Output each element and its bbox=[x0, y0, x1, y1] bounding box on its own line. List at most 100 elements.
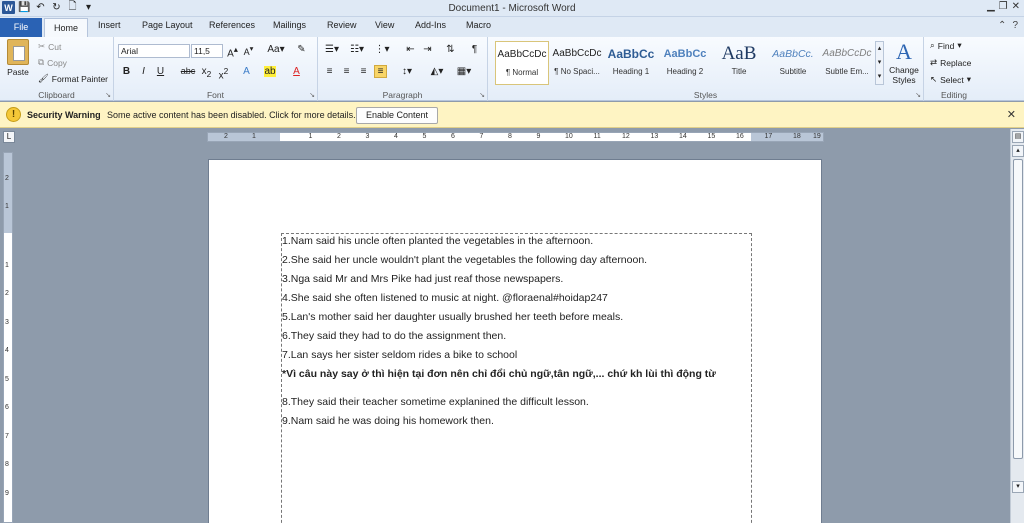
tab-selector-icon[interactable]: L bbox=[3, 131, 15, 143]
binoculars-icon: ⌕ bbox=[930, 40, 935, 50]
tab-view[interactable]: View bbox=[375, 20, 394, 30]
ruler-number: 4 bbox=[5, 347, 9, 354]
ruler-row: L 2 1 1 2 3 4 5 6 7 8 9 10 11 12 13 14 15 16 17 18 19 bbox=[0, 129, 1024, 144]
justify-icon[interactable]: ≡ bbox=[374, 65, 387, 78]
tab-file[interactable]: File bbox=[0, 18, 42, 37]
superscript-icon[interactable]: x2 bbox=[217, 66, 230, 81]
paragraph-launcher-icon[interactable]: ↘ bbox=[479, 91, 485, 99]
minimize-icon[interactable]: ▁ bbox=[987, 1, 995, 12]
security-warning-message[interactable]: Some active content has been disabled. C… bbox=[107, 110, 356, 120]
replace-button[interactable]: ⇄ Replace bbox=[930, 57, 971, 68]
document-line[interactable]: 4.She said she often listened to music a… bbox=[282, 292, 753, 304]
increase-indent-icon[interactable]: ⇥ bbox=[421, 44, 434, 55]
paste-icon bbox=[7, 39, 29, 65]
shrink-font-icon[interactable]: A▾ bbox=[242, 44, 255, 57]
change-styles-button[interactable]: A Change Styles bbox=[886, 39, 922, 85]
ruler-number: 17 bbox=[764, 133, 773, 140]
ruler-number: 6 bbox=[5, 404, 9, 411]
font-launcher-icon[interactable]: ↘ bbox=[309, 91, 315, 99]
vertical-scrollbar[interactable]: ▤ ▴ ▾ bbox=[1010, 129, 1024, 523]
styles-gallery-scroll[interactable]: ▴ ▾ ▾ bbox=[875, 41, 884, 85]
tab-addins[interactable]: Add-Ins bbox=[415, 20, 446, 30]
collapse-ribbon-icon[interactable]: ⌃ bbox=[998, 20, 1006, 31]
underline-icon[interactable]: U bbox=[154, 66, 167, 77]
horizontal-ruler[interactable]: 2 1 1 2 3 4 5 6 7 8 9 10 11 12 13 14 15 16 17 18 19 bbox=[207, 132, 824, 142]
format-painter-button[interactable]: 🖌 Format Painter bbox=[38, 73, 108, 84]
tab-macro[interactable]: Macro bbox=[466, 20, 491, 30]
borders-icon[interactable]: ▦▾ bbox=[455, 66, 473, 77]
change-styles-label: Change Styles bbox=[889, 65, 919, 85]
font-name-select[interactable]: Arial bbox=[118, 44, 190, 58]
close-icon[interactable]: ✕ bbox=[1012, 1, 1020, 12]
style-subtitle[interactable]: AaBbCc. Subtitle bbox=[766, 41, 820, 85]
document-note[interactable]: *Vì câu này say ở thì hiện tại đơn nên c… bbox=[282, 368, 753, 381]
document-line[interactable]: 9.Nam said he was doing his homework the… bbox=[282, 415, 753, 427]
style-title[interactable]: AaB Title bbox=[712, 41, 766, 85]
multilevel-list-icon[interactable]: ⋮▾ bbox=[373, 44, 391, 55]
tab-review[interactable]: Review bbox=[327, 20, 357, 30]
align-left-icon[interactable]: ≡ bbox=[323, 66, 336, 77]
document-line[interactable]: 1.Nam said his uncle often planted the v… bbox=[282, 235, 753, 247]
view-ruler-icon[interactable]: ▤ bbox=[1012, 131, 1024, 143]
scroll-thumb[interactable] bbox=[1013, 159, 1023, 459]
close-icon[interactable]: ✕ bbox=[1007, 108, 1016, 121]
scroll-down-icon[interactable]: ▾ bbox=[1012, 481, 1024, 493]
align-center-icon[interactable]: ≡ bbox=[340, 66, 353, 77]
style-sample: AaBbCcDc bbox=[497, 49, 547, 60]
italic-icon[interactable]: I bbox=[137, 66, 150, 77]
tab-insert[interactable]: Insert bbox=[98, 20, 121, 30]
ruler-number: 2 bbox=[224, 133, 228, 140]
restore-icon[interactable]: ❐ bbox=[999, 1, 1008, 12]
style-no-spacing[interactable]: AaBbCcDc ¶ No Spaci... bbox=[550, 41, 604, 85]
bold-icon[interactable]: B bbox=[120, 66, 133, 77]
document-line[interactable]: 2.She said her uncle wouldn't plant the … bbox=[282, 254, 753, 266]
style-normal[interactable]: AaBbCcDc ¶ Normal bbox=[495, 41, 549, 85]
tab-home[interactable]: Home bbox=[44, 18, 88, 38]
line-spacing-icon[interactable]: ↕▾ bbox=[398, 66, 416, 77]
select-button[interactable]: ↖ Select ▾ bbox=[930, 74, 971, 85]
subscript-icon[interactable]: x2 bbox=[200, 66, 213, 79]
cut-button[interactable]: ✂ Cut bbox=[38, 41, 61, 52]
show-marks-icon[interactable]: ¶ bbox=[468, 44, 481, 55]
security-warning-bar[interactable]: ! Security Warning Some active content h… bbox=[0, 102, 1024, 128]
font-color-icon[interactable]: A bbox=[290, 66, 303, 77]
copy-button[interactable]: ⧉ Copy bbox=[38, 57, 67, 68]
numbering-icon[interactable]: ☷▾ bbox=[348, 44, 366, 55]
styles-launcher-icon[interactable]: ↘ bbox=[915, 91, 921, 99]
font-group: Arial 11,5 A▴ A▾ Aa▾ ✎ B I U abc x2 x2 A… bbox=[114, 37, 318, 101]
style-heading-1[interactable]: AaBbCc Heading 1 bbox=[604, 41, 658, 85]
ruler-number: 8 bbox=[5, 461, 9, 468]
tab-page-layout[interactable]: Page Layout bbox=[142, 20, 193, 30]
highlight-icon[interactable]: ab bbox=[264, 66, 276, 77]
document-line[interactable]: 6.They said they had to do the assignmen… bbox=[282, 330, 753, 342]
document-line[interactable]: 5.Lan's mother said her daughter usually… bbox=[282, 311, 753, 323]
align-right-icon[interactable]: ≡ bbox=[357, 66, 370, 77]
sort-icon[interactable]: ⇅ bbox=[444, 44, 457, 55]
scroll-up-icon[interactable]: ▴ bbox=[1012, 145, 1024, 157]
decrease-indent-icon[interactable]: ⇤ bbox=[404, 44, 417, 55]
document-page[interactable]: 1.Nam said his uncle often planted the v… bbox=[208, 159, 822, 523]
grow-font-icon[interactable]: A▴ bbox=[226, 44, 239, 59]
font-size-select[interactable]: 11,5 bbox=[191, 44, 223, 58]
text-box[interactable]: 1.Nam said his uncle often planted the v… bbox=[281, 233, 752, 523]
shading-icon[interactable]: ◭▾ bbox=[428, 66, 446, 77]
document-line[interactable]: 7.Lan says her sister seldom rides a bik… bbox=[282, 349, 753, 361]
styles-group: AaBbCcDc ¶ Normal AaBbCcDc ¶ No Spaci...… bbox=[488, 37, 924, 101]
clear-formatting-icon[interactable]: ✎ bbox=[295, 44, 308, 55]
document-line[interactable]: 3.Nga said Mr and Mrs Pike had just reaf… bbox=[282, 273, 753, 285]
style-heading-2[interactable]: AaBbCc Heading 2 bbox=[658, 41, 712, 85]
strikethrough-icon[interactable]: abc bbox=[180, 66, 196, 76]
find-button[interactable]: ⌕ Find ▾ bbox=[930, 40, 962, 51]
change-case-icon[interactable]: Aa▾ bbox=[266, 44, 286, 55]
paste-button[interactable]: Paste bbox=[3, 39, 33, 83]
document-line[interactable]: 8.They said their teacher sometime expla… bbox=[282, 396, 753, 408]
clipboard-launcher-icon[interactable]: ↘ bbox=[105, 91, 111, 99]
enable-content-button[interactable]: Enable Content bbox=[356, 107, 438, 124]
help-icon[interactable]: ? bbox=[1012, 20, 1018, 31]
bullets-icon[interactable]: ☰▾ bbox=[323, 44, 341, 55]
tab-mailings[interactable]: Mailings bbox=[273, 20, 306, 30]
vertical-ruler[interactable]: 2 1 1 2 3 4 5 6 7 8 9 bbox=[3, 152, 13, 523]
tab-references[interactable]: References bbox=[209, 20, 255, 30]
text-effects-icon[interactable]: A bbox=[240, 66, 253, 77]
style-subtle-emphasis[interactable]: AaBbCcDc Subtle Em... bbox=[820, 41, 874, 85]
